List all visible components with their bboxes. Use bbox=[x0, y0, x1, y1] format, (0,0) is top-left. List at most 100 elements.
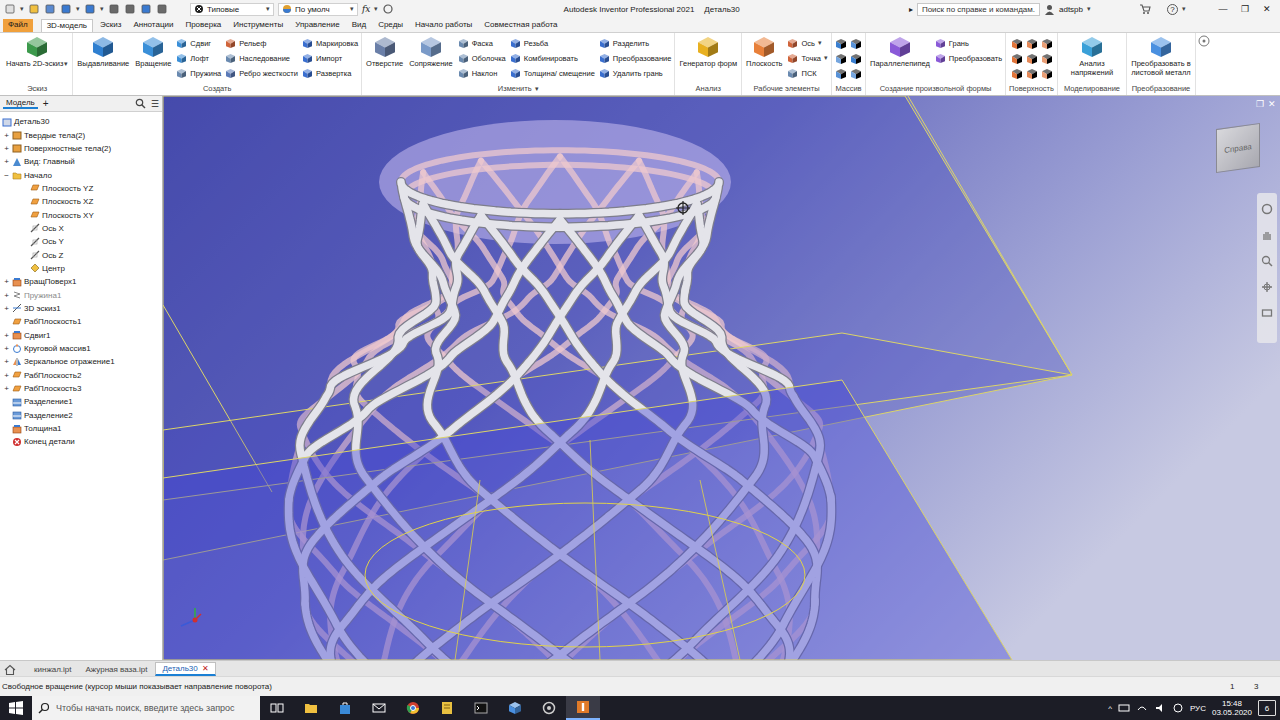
tree-item[interactable]: Плоскость XY bbox=[0, 208, 162, 221]
ribbon-tab[interactable]: Файл bbox=[3, 19, 33, 32]
tray-icon[interactable] bbox=[1118, 702, 1130, 714]
dropdown-arrow[interactable]: ▾ bbox=[76, 5, 80, 13]
tree-expander[interactable]: − bbox=[3, 171, 10, 180]
tool-icon[interactable] bbox=[1011, 53, 1023, 65]
cart-icon[interactable] bbox=[1139, 3, 1151, 15]
graphics-viewport[interactable]: Справа❐✕ bbox=[163, 96, 1280, 660]
document-tab[interactable]: кинжал.ipt bbox=[28, 662, 78, 676]
home-icon[interactable] bbox=[4, 664, 16, 676]
tool-icon[interactable] bbox=[1041, 68, 1053, 80]
options-icon[interactable] bbox=[1196, 33, 1212, 49]
navigation-tool-icon[interactable] bbox=[1261, 281, 1273, 293]
tree-item[interactable]: Плоскость XZ bbox=[0, 195, 162, 208]
ribbon-small-button[interactable]: Комбинировать bbox=[510, 52, 595, 64]
ribbon-small-button[interactable]: Импорт bbox=[302, 52, 358, 64]
show-hidden-icons[interactable]: ^ bbox=[1108, 704, 1112, 713]
tool-icon[interactable] bbox=[1011, 38, 1023, 50]
ribbon-small-button[interactable]: Рельеф bbox=[225, 37, 298, 49]
tool-icon[interactable] bbox=[1026, 68, 1038, 80]
maximize-button[interactable]: ❐ bbox=[1236, 1, 1254, 17]
quick-access-icon[interactable] bbox=[140, 3, 152, 15]
material-dropdown[interactable]: По умолч▾ bbox=[278, 3, 358, 16]
taskbar-app[interactable] bbox=[566, 696, 600, 720]
tool-icon[interactable] bbox=[835, 38, 847, 50]
quick-access-icon[interactable] bbox=[28, 3, 40, 15]
tree-expander[interactable]: + bbox=[3, 304, 10, 313]
tool-icon[interactable] bbox=[1011, 68, 1023, 80]
ribbon-small-button[interactable]: Лофт bbox=[176, 52, 221, 64]
dropdown-arrow[interactable]: ▾ bbox=[64, 60, 68, 68]
quick-access-icon[interactable] bbox=[124, 3, 136, 15]
tool-icon[interactable] bbox=[850, 53, 862, 65]
dropdown-arrow[interactable]: ▾ bbox=[1087, 5, 1091, 13]
close-tab-button[interactable]: ✕ bbox=[202, 664, 209, 673]
quick-access-icon[interactable] bbox=[4, 3, 16, 15]
tree-expander[interactable]: + bbox=[3, 357, 10, 366]
tree-item[interactable]: +Пружина1 bbox=[0, 288, 162, 301]
tree-expander[interactable]: + bbox=[3, 277, 10, 286]
ribbon-tab[interactable]: Эскиз bbox=[95, 19, 126, 32]
tree-expander[interactable]: + bbox=[3, 344, 10, 353]
tool-icon[interactable] bbox=[850, 68, 862, 80]
navigation-tool-icon[interactable] bbox=[1261, 307, 1273, 319]
tree-expander[interactable]: + bbox=[3, 157, 10, 166]
quick-access-icon[interactable] bbox=[108, 3, 120, 15]
ribbon-button[interactable]: Параллелепипед bbox=[869, 36, 931, 69]
navigation-tool-icon[interactable] bbox=[1261, 203, 1273, 215]
ribbon-small-button[interactable]: Удалить грань bbox=[599, 67, 672, 79]
start-button[interactable] bbox=[0, 696, 32, 720]
user-icon[interactable] bbox=[1044, 4, 1055, 15]
taskbar-app[interactable] bbox=[294, 696, 328, 720]
ribbon-button[interactable]: Начать 2D-эскиз▾ bbox=[5, 36, 69, 69]
tool-icon[interactable] bbox=[1026, 68, 1038, 80]
dropdown-arrow[interactable]: ▾ bbox=[374, 5, 378, 13]
tray-icon[interactable] bbox=[1136, 702, 1148, 714]
ribbon-small-button[interactable]: Грань bbox=[935, 37, 1002, 49]
expand-arrow[interactable]: ▸ bbox=[909, 5, 913, 14]
navigation-tool-icon[interactable] bbox=[1261, 307, 1273, 319]
ribbon-tab[interactable]: Аннотации bbox=[128, 19, 178, 32]
tree-item[interactable]: Плоскость YZ bbox=[0, 182, 162, 195]
taskbar-app[interactable] bbox=[260, 696, 294, 720]
tree-item[interactable]: +Твердые тела(2) bbox=[0, 128, 162, 141]
ribbon-button[interactable]: Генератор форм bbox=[678, 36, 738, 69]
tree-item[interactable]: +Сдвиг1 bbox=[0, 329, 162, 342]
tool-icon[interactable] bbox=[850, 38, 862, 50]
ribbon-small-button[interactable]: Резьба bbox=[510, 37, 595, 49]
tool-icon[interactable] bbox=[1026, 53, 1038, 65]
tree-item[interactable]: +РабПлоскость3 bbox=[0, 382, 162, 395]
sync-icon[interactable] bbox=[382, 3, 394, 15]
ribbon-button[interactable]: Отверстие bbox=[365, 36, 404, 69]
tree-item[interactable]: +РабПлоскость2 bbox=[0, 369, 162, 382]
tool-icon[interactable] bbox=[835, 53, 847, 65]
ribbon-button[interactable]: Вращение bbox=[134, 36, 172, 69]
tray-icon[interactable] bbox=[1172, 702, 1184, 714]
ribbon-tab[interactable]: 3D-модель bbox=[41, 19, 93, 32]
formula-button[interactable]: fx bbox=[362, 4, 370, 14]
tool-icon[interactable] bbox=[1041, 38, 1053, 50]
home-icon[interactable] bbox=[4, 664, 16, 676]
tool-icon[interactable] bbox=[1011, 68, 1023, 80]
help-button[interactable]: ? bbox=[1167, 4, 1178, 15]
tool-icon[interactable] bbox=[835, 68, 847, 80]
dropdown-arrow[interactable]: ▾ bbox=[535, 85, 539, 92]
dropdown-arrow[interactable]: ▾ bbox=[824, 54, 828, 62]
navigation-tool-icon[interactable] bbox=[1261, 229, 1273, 241]
ribbon-tab[interactable]: Инструменты bbox=[228, 19, 288, 32]
quick-access-icon[interactable] bbox=[84, 3, 96, 15]
document-tab[interactable]: Деталь30✕ bbox=[155, 662, 215, 676]
vase-model[interactable] bbox=[163, 96, 1280, 660]
tool-icon[interactable] bbox=[850, 38, 862, 50]
navigation-tool-icon[interactable] bbox=[1261, 255, 1273, 267]
options-icon[interactable] bbox=[1196, 33, 1212, 49]
ribbon-small-button[interactable]: Точка▾ bbox=[787, 52, 828, 64]
view-cube[interactable]: Справа bbox=[1216, 123, 1260, 173]
quick-access-icon[interactable] bbox=[28, 3, 40, 15]
ribbon-button[interactable]: Выдавливание bbox=[76, 36, 130, 69]
tray-icon[interactable] bbox=[1172, 702, 1184, 714]
tree-item[interactable]: Ось Y bbox=[0, 235, 162, 248]
ribbon-small-button[interactable]: ПСК bbox=[787, 67, 828, 79]
ribbon-tab[interactable]: Проверка bbox=[180, 19, 226, 32]
dropdown-arrow[interactable]: ▾ bbox=[20, 5, 24, 13]
cart-icon[interactable] bbox=[1139, 3, 1151, 15]
